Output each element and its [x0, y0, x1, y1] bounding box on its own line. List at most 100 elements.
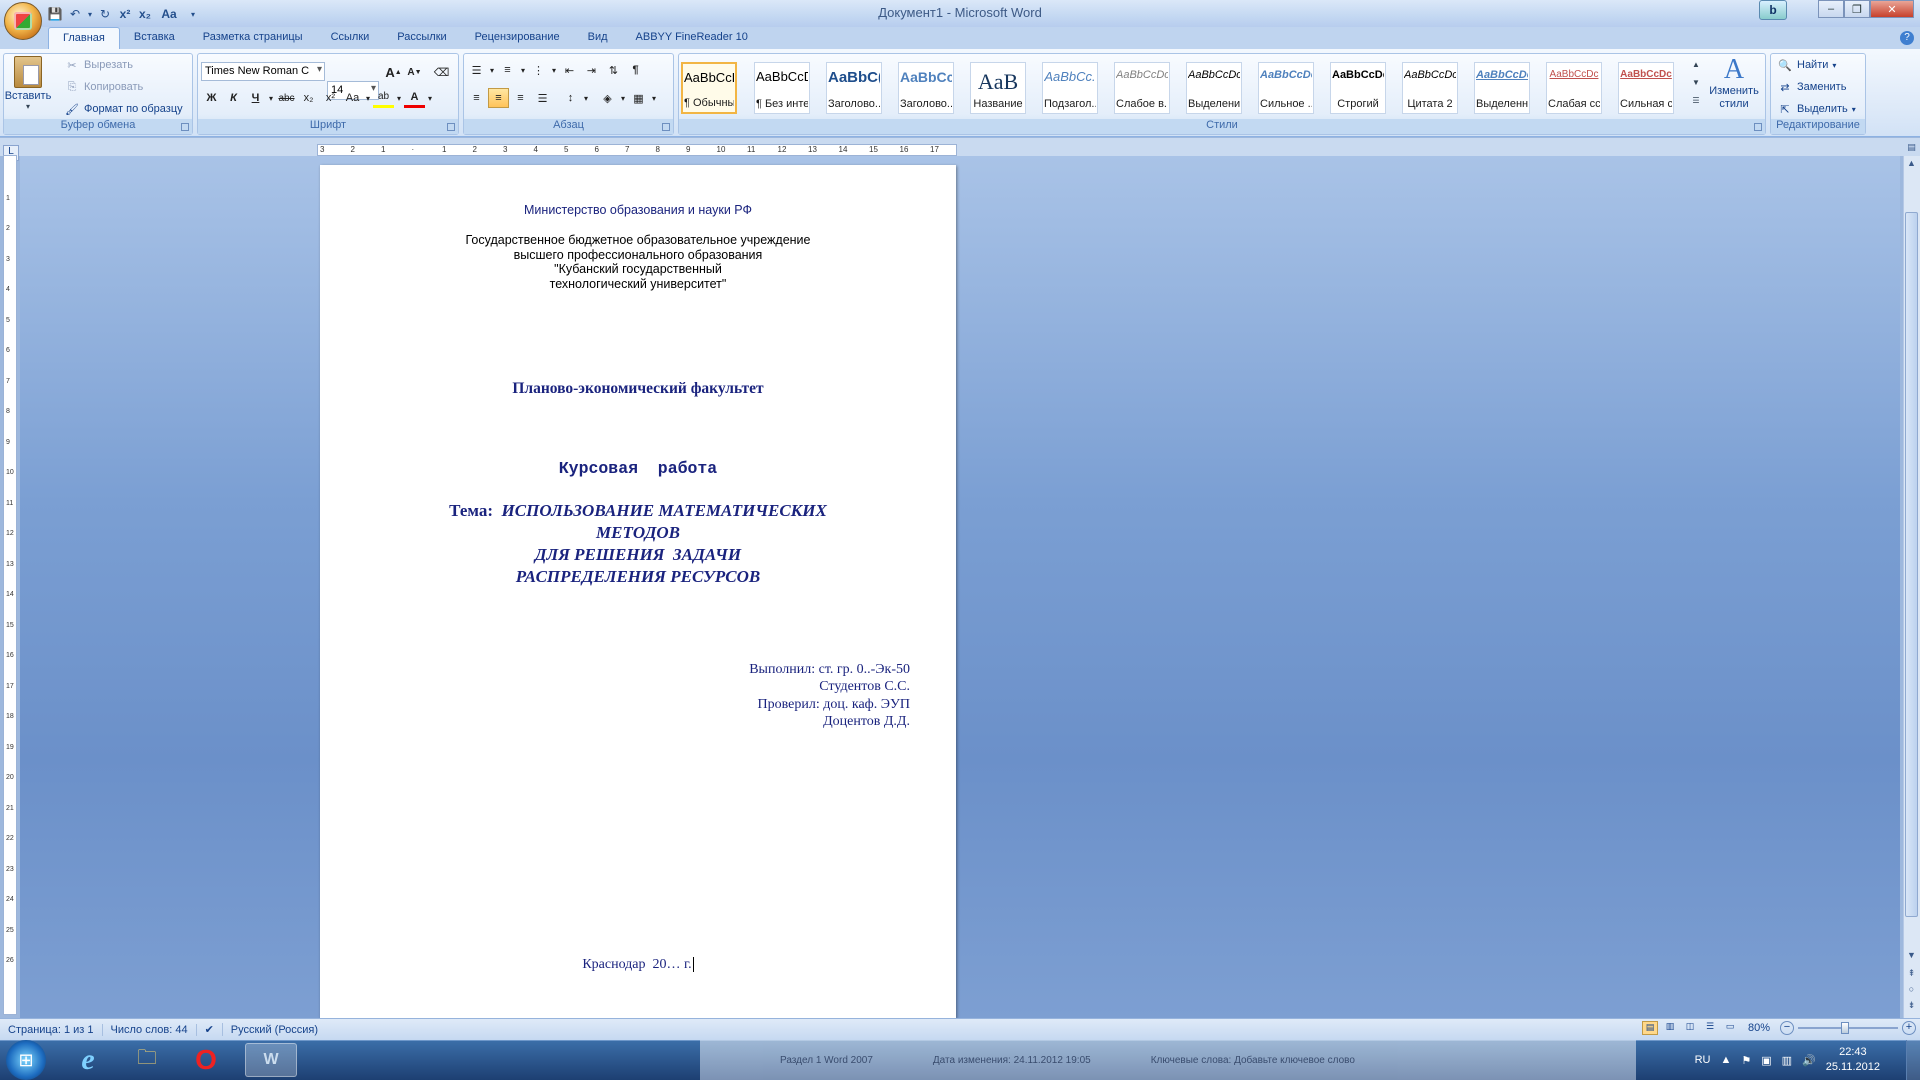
minimize-button[interactable]: – — [1818, 0, 1844, 18]
tab-abbyy[interactable]: ABBYY FineReader 10 — [622, 27, 762, 49]
show-marks-button[interactable]: ¶ — [625, 60, 646, 80]
cut-button[interactable]: ✂ Вырезать — [64, 57, 133, 73]
styles-up-icon[interactable]: ▲ — [1690, 60, 1702, 78]
tab-home[interactable]: Главная — [48, 27, 120, 49]
styles-launcher-icon[interactable] — [1754, 123, 1762, 131]
explorer-folder-icon[interactable]: 🗀 — [121, 1043, 173, 1077]
font-launcher-icon[interactable] — [447, 123, 455, 131]
show-desktop-button[interactable] — [1906, 1040, 1920, 1080]
change-case-button[interactable]: Aa — [342, 88, 363, 108]
tab-view[interactable]: Вид — [574, 27, 622, 49]
style-no-spacing[interactable]: AaBbCcDc ¶ Без инте... — [754, 62, 810, 114]
numbering-icon[interactable]: ≡ — [497, 60, 518, 80]
style-subtitle[interactable]: AaBbCc. Подзагол... — [1042, 62, 1098, 114]
bold-button[interactable]: Ж — [201, 88, 222, 108]
clear-formatting-icon[interactable]: ⌫ — [431, 62, 452, 82]
tab-page-layout[interactable]: Разметка страницы — [189, 27, 317, 49]
styles-down-icon[interactable]: ▼ — [1690, 78, 1702, 96]
office-button[interactable] — [4, 2, 42, 40]
web-layout-view-icon[interactable]: ◫ — [1682, 1021, 1698, 1035]
font-color-dropdown-icon[interactable]: ▾ — [426, 88, 434, 108]
maximize-button[interactable]: ❐ — [1844, 0, 1870, 18]
zoom-slider[interactable] — [1798, 1021, 1898, 1035]
multilevel-list-icon[interactable]: ⋮ — [528, 60, 549, 80]
bullets-icon[interactable]: ☰ — [466, 60, 487, 80]
style-heading1[interactable]: AaBbC(Заголово... — [826, 62, 882, 114]
borders-icon[interactable]: ▦ — [628, 88, 649, 108]
shading-dropdown-icon[interactable]: ▾ — [619, 88, 627, 108]
zoom-in-icon[interactable]: + — [1902, 1021, 1916, 1035]
volume-icon[interactable]: 🔊 — [1802, 1054, 1816, 1067]
copy-button[interactable]: ⎘ Копировать — [64, 79, 144, 95]
vertical-ruler[interactable]: 1 2 3 4 5 6 7 8 9 10 11 12 13 14 15 16 17 18 19 20 21 22 23 24 2… — [3, 155, 17, 1015]
borders-dropdown-icon[interactable]: ▾ — [650, 88, 658, 108]
style-subtle-reference[interactable]: AaBbCcDc Слабая сс... — [1546, 62, 1602, 114]
internet-explorer-icon[interactable]: e — [62, 1043, 114, 1077]
multilevel-dropdown-icon[interactable]: ▾ — [550, 60, 558, 80]
document-page[interactable]: Министерство образования и науки РФ Госу… — [320, 165, 956, 1018]
page-count[interactable]: Страница: 1 из 1 — [0, 1023, 103, 1036]
zoom-out-icon[interactable]: − — [1780, 1021, 1794, 1035]
style-heading2[interactable]: AaBbCc Заголово... — [898, 62, 954, 114]
format-painter-button[interactable]: 🖌 Формат по образцу — [64, 101, 183, 117]
tab-review[interactable]: Рецензирование — [461, 27, 574, 49]
paste-button[interactable]: Вставить ▾ — [5, 56, 51, 118]
zoom-level[interactable]: 80% — [1742, 1022, 1776, 1034]
tray-app-icon[interactable]: ▣ — [1761, 1054, 1771, 1067]
full-screen-view-icon[interactable]: ▥ — [1662, 1021, 1678, 1035]
input-language[interactable]: RU — [1695, 1054, 1711, 1066]
subscript-button[interactable]: x₂ — [298, 88, 319, 108]
start-button[interactable]: ⊞ — [6, 1040, 46, 1080]
bullets-dropdown-icon[interactable]: ▾ — [488, 60, 496, 80]
help-icon[interactable]: ? — [1900, 31, 1914, 45]
style-intense-quote[interactable]: AaBbCcDc Выделенн... — [1474, 62, 1530, 114]
style-intense-emphasis[interactable]: AaBbCcDc Сильное ... — [1258, 62, 1314, 114]
superscript-button[interactable]: x² — [320, 88, 341, 108]
strikethrough-button[interactable]: abc — [276, 88, 297, 108]
justify-icon[interactable]: ☰ — [532, 88, 553, 108]
proofing-icon[interactable]: ✔ — [197, 1023, 223, 1036]
style-strong[interactable]: AaBbCcDc Строгий — [1330, 62, 1386, 114]
highlight-icon[interactable]: ab — [373, 88, 394, 108]
next-page-icon[interactable]: ⇟ — [1904, 1000, 1919, 1015]
select-button[interactable]: ⇱ Выделить ▾ — [1777, 101, 1855, 117]
align-left-icon[interactable]: ≡ — [466, 88, 487, 108]
styles-more-icon[interactable]: ☰ — [1690, 96, 1702, 114]
clipboard-launcher-icon[interactable] — [181, 123, 189, 131]
tab-insert[interactable]: Вставка — [120, 27, 189, 49]
underline-dropdown-icon[interactable]: ▾ — [267, 88, 275, 108]
bing-icon[interactable]: b — [1759, 0, 1787, 20]
sort-icon[interactable]: ⇅ — [603, 60, 624, 80]
line-spacing-icon[interactable]: ↕ — [560, 88, 581, 108]
print-layout-view-icon[interactable]: ▤ — [1642, 1021, 1658, 1035]
case-dropdown-icon[interactable]: ▾ — [364, 88, 372, 108]
scrollbar-thumb[interactable] — [1905, 212, 1918, 917]
style-emphasis[interactable]: AaBbCcDc Выделение — [1186, 62, 1242, 114]
word-taskbar-icon[interactable]: W — [245, 1043, 297, 1077]
horizontal-ruler[interactable]: 3 2 1 · 1 2 3 4 5 6 7 8 9 10 11 12 13 14 15 16 17 — [317, 144, 957, 156]
previous-page-icon[interactable]: ⇞ — [1904, 968, 1919, 983]
tab-mailings[interactable]: Рассылки — [383, 27, 460, 49]
italic-button[interactable]: К — [223, 88, 244, 108]
draft-view-icon[interactable]: ▭ — [1722, 1021, 1738, 1035]
word-count[interactable]: Число слов: 44 — [103, 1023, 197, 1036]
style-normal[interactable]: AaBbCcDc ¶ Обычный — [681, 62, 737, 114]
underline-button[interactable]: Ч — [245, 88, 266, 108]
tab-references[interactable]: Ссылки — [317, 27, 384, 49]
network-icon[interactable]: ▥ — [1782, 1054, 1792, 1067]
paragraph-launcher-icon[interactable] — [662, 123, 670, 131]
line-spacing-dropdown-icon[interactable]: ▾ — [582, 88, 590, 108]
action-center-icon[interactable]: ⚑ — [1741, 1054, 1751, 1067]
outline-view-icon[interactable]: ☰ — [1702, 1021, 1718, 1035]
align-center-icon[interactable]: ≡ — [488, 88, 509, 108]
font-color-button[interactable]: A — [404, 88, 425, 108]
style-subtle-emphasis[interactable]: AaBbCcDc Слабое в... — [1114, 62, 1170, 114]
shading-icon[interactable]: ◈ — [597, 88, 618, 108]
scroll-down-icon[interactable]: ▼ — [1904, 950, 1919, 965]
align-right-icon[interactable]: ≡ — [510, 88, 531, 108]
find-button[interactable]: 🔍 Найти ▾ — [1777, 57, 1836, 73]
numbering-dropdown-icon[interactable]: ▾ — [519, 60, 527, 80]
font-name-combo[interactable]: Times New Roman C — [201, 62, 325, 81]
tray-expand-icon[interactable]: ▲ — [1720, 1054, 1731, 1066]
close-button[interactable]: ✕ — [1870, 0, 1914, 18]
